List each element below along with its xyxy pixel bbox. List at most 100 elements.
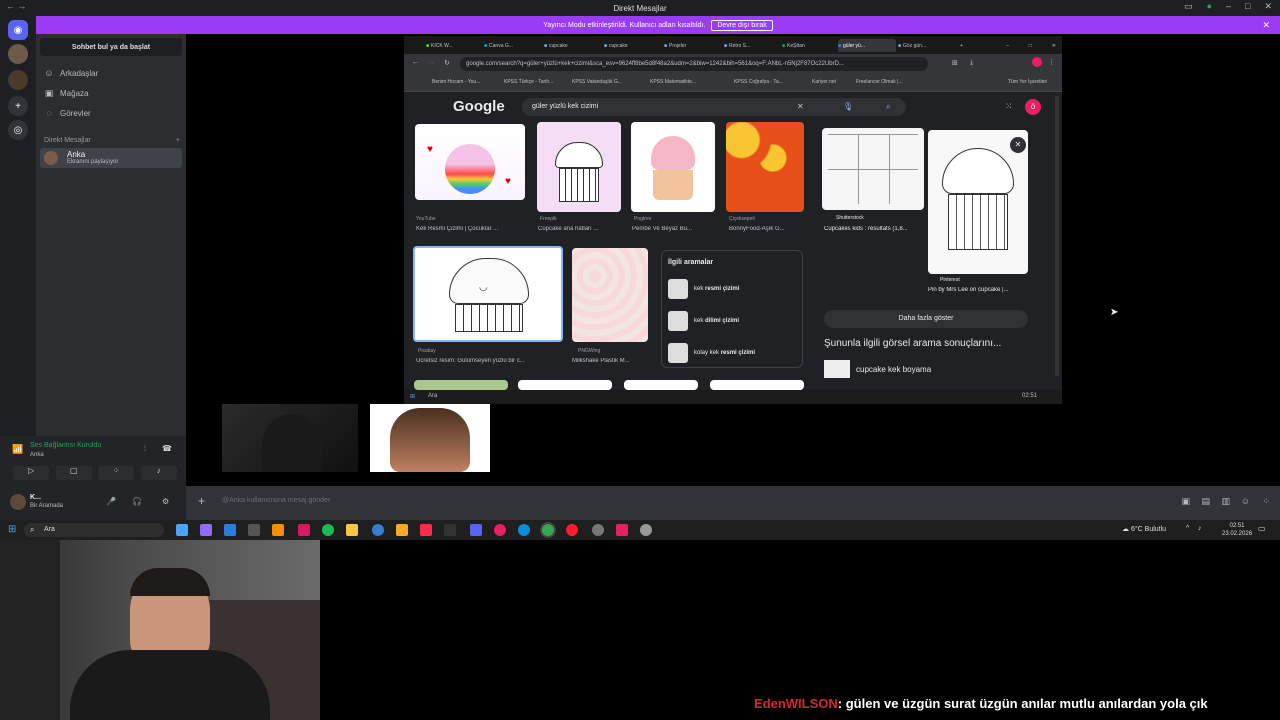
- similar-item[interactable]: cupcake kek boyama: [824, 360, 931, 378]
- panel-caption[interactable]: Pin by Mrs Lee on cupcake |...: [928, 287, 1028, 293]
- result-caption[interactable]: Pembe Ve Beyaz Bu...: [632, 226, 716, 232]
- result-image-cupcake-rainbow[interactable]: ♥ ♥: [415, 124, 525, 200]
- explore-icon[interactable]: ◎: [8, 120, 28, 140]
- taskbar-search[interactable]: ⌕ Ara: [24, 523, 164, 537]
- reload-icon[interactable]: ↻: [444, 59, 450, 67]
- add-server-icon[interactable]: +: [8, 96, 28, 116]
- bookmark[interactable]: Tüm Yer İşaretleri: [1008, 79, 1047, 85]
- result-caption[interactable]: Cupcake ana hatları ...: [538, 226, 622, 232]
- avatar[interactable]: [10, 494, 26, 510]
- store-icon[interactable]: [224, 524, 236, 536]
- edge-icon[interactable]: [518, 524, 530, 536]
- clear-icon[interactable]: ✕: [797, 102, 804, 111]
- copilot-icon[interactable]: [200, 524, 212, 536]
- volume-icon[interactable]: ♪: [1198, 525, 1202, 532]
- vlc-icon[interactable]: [272, 524, 284, 536]
- bookmark[interactable]: KPSS Coğrafya - Ta...: [734, 79, 783, 85]
- new-tab-icon[interactable]: +: [960, 39, 970, 52]
- bookmark[interactable]: Freelancer Olmak |...: [856, 79, 903, 85]
- disconnect-icon[interactable]: ☎: [162, 444, 172, 453]
- sticker-icon[interactable]: ▥: [1221, 496, 1230, 507]
- app-icon[interactable]: [494, 524, 506, 536]
- apps-grid-icon[interactable]: ⁙: [1005, 101, 1013, 112]
- scrollbar[interactable]: [1055, 96, 1059, 376]
- extensions-icon[interactable]: ⊞: [952, 59, 958, 67]
- app-icon[interactable]: [372, 524, 384, 536]
- app-icon[interactable]: [444, 524, 456, 536]
- browser-tab[interactable]: ■ KICK W...: [426, 39, 478, 52]
- maximize-button[interactable]: □: [1245, 1, 1250, 12]
- browser-tab[interactable]: ■ KeŞttan: [782, 39, 836, 52]
- bookmark[interactable]: KPSS Türkçe - Tarih...: [504, 79, 553, 85]
- browser-tab[interactable]: ■ Projeler: [664, 39, 718, 52]
- add-attachment-icon[interactable]: +: [198, 494, 205, 508]
- google-avatar[interactable]: ö: [1025, 99, 1041, 115]
- gift-icon[interactable]: ▣: [1181, 496, 1190, 507]
- opera-icon[interactable]: [566, 524, 578, 536]
- gif-icon[interactable]: ▤: [1201, 496, 1210, 507]
- activities-button[interactable]: ⁘: [98, 466, 135, 480]
- result-image-pastel-pattern[interactable]: [572, 248, 648, 342]
- mic-icon[interactable]: 🎙: [843, 102, 853, 111]
- noise-suppression-icon[interactable]: ⫶: [144, 444, 146, 454]
- browser-tab[interactable]: ■ Retro S...: [724, 39, 778, 52]
- close-button[interactable]: ✕: [1264, 1, 1272, 12]
- nav-shop[interactable]: ▣ Mağaza: [44, 88, 89, 99]
- discord-home-icon[interactable]: ◉: [8, 20, 28, 40]
- show-more-button[interactable]: Daha fazla göster: [824, 310, 1028, 328]
- app-icon[interactable]: [616, 524, 628, 536]
- headphones-icon[interactable]: 🎧: [132, 497, 142, 506]
- result-image-partial[interactable]: [518, 380, 612, 390]
- search-icon[interactable]: ⌕: [886, 102, 890, 112]
- settings-icon[interactable]: ⚙: [162, 497, 169, 506]
- app-icon[interactable]: [248, 524, 260, 536]
- notification-icon[interactable]: ▭: [1258, 524, 1266, 533]
- camera-button[interactable]: ▷: [13, 466, 50, 480]
- browser-tab[interactable]: ■ cupcake: [544, 39, 598, 52]
- bookmark[interactable]: Benim Hocam - You...: [432, 79, 480, 85]
- file-explorer-icon[interactable]: [346, 524, 358, 536]
- back-icon[interactable]: ←: [412, 59, 419, 66]
- discord-icon[interactable]: [470, 524, 482, 536]
- create-dm-icon[interactable]: +: [176, 137, 180, 144]
- participant-tile-2[interactable]: [370, 404, 490, 472]
- panel-image-cupcakes-grid[interactable]: [822, 128, 924, 210]
- server-avatar-1[interactable]: [8, 44, 28, 64]
- related-item[interactable]: kek resmi çizimi: [668, 279, 739, 299]
- result-image-partial[interactable]: [414, 380, 508, 390]
- browser-tab[interactable]: ■ Göz gün...: [898, 39, 952, 52]
- result-image-smiling-cupcake[interactable]: ◡: [413, 246, 563, 342]
- close-preview-icon[interactable]: ✕: [1010, 137, 1026, 153]
- result-image-partial[interactable]: [624, 380, 698, 390]
- emoji-icon[interactable]: ☺: [1241, 496, 1250, 506]
- screenshare-button[interactable]: ▢: [55, 466, 92, 480]
- music-icon[interactable]: [420, 524, 432, 536]
- window-controls[interactable]: – □ ✕: [1006, 39, 1056, 52]
- result-image-emoji-cookies[interactable]: [726, 122, 804, 212]
- microphone-icon[interactable]: 🎤: [106, 497, 116, 506]
- bookmark[interactable]: KPSS Vatandaşlık G...: [572, 79, 622, 85]
- result-caption[interactable]: Kek Resmi Çizimi | Çocuklar ...: [416, 226, 526, 232]
- taskbar-clock[interactable]: 02:51 23.02.2026: [1222, 522, 1252, 538]
- participant-tile-1[interactable]: [222, 404, 358, 472]
- spotify-icon[interactable]: [322, 524, 334, 536]
- apps-icon[interactable]: ⁘: [1262, 496, 1270, 507]
- result-caption[interactable]: BonnyFood-Aşık G...: [729, 226, 805, 232]
- panel-caption[interactable]: Cupcakes kids : résultats (1,8...: [824, 226, 920, 232]
- minimize-button[interactable]: –: [1226, 1, 1231, 12]
- app-icon[interactable]: [298, 524, 310, 536]
- nav-quests[interactable]: ◌ Görevler: [44, 108, 90, 118]
- bookmark[interactable]: KPSS Matematikte...: [650, 79, 696, 85]
- nav-friends[interactable]: ☺ Arkadaşlar: [44, 68, 98, 78]
- bookmark[interactable]: Kariyer.net: [812, 79, 836, 85]
- forward-icon[interactable]: →: [428, 59, 435, 66]
- download-icon[interactable]: ⤓: [970, 59, 973, 67]
- address-bar[interactable]: google.com/search?q=güler+yüzlü+kek+cizi…: [460, 57, 928, 71]
- tray-chevron-icon[interactable]: ^: [1186, 525, 1189, 532]
- browser-tab-active[interactable]: ■ güler yü...: [838, 39, 896, 52]
- result-image-partial[interactable]: [710, 380, 804, 390]
- weather-widget[interactable]: ☁ 6°C Bulutlu: [1122, 525, 1166, 533]
- result-image-cupcake-pink[interactable]: [631, 122, 715, 212]
- disable-streamer-mode-button[interactable]: Devre dışı bırak: [711, 19, 773, 31]
- soundboard-button[interactable]: ♪: [140, 466, 177, 480]
